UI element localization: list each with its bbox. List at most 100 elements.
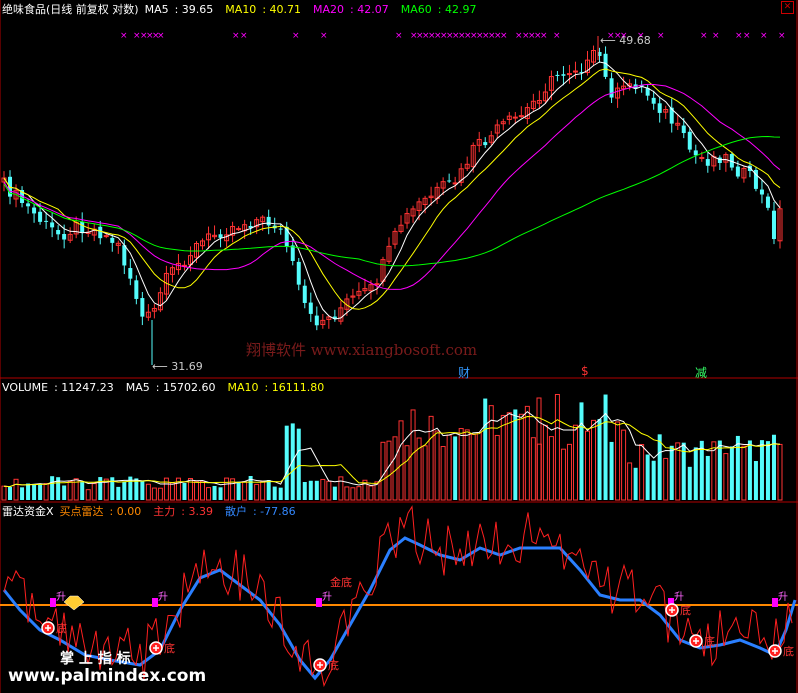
volume-bar-up [777,443,783,501]
candle-body-up [236,228,242,231]
volume-bar-up [193,481,199,501]
volume-bar-down [705,455,710,500]
signal-marker: × [500,31,508,41]
ma20-line [3,83,781,290]
volume-bar-up [548,436,554,501]
rise-label: 升 [322,591,332,603]
candle-body-down [555,74,560,76]
signal-marker: × [320,31,328,41]
candle-body-down [687,131,692,150]
volume-ma10-label: MA10: 16111.80 [227,381,325,394]
close-icon[interactable]: ✕ [781,1,794,14]
candle-body-down [50,222,55,228]
volume-bar-up [458,428,464,501]
high-price-label: ⟵ 49.68 [600,34,651,47]
volume-bar-down [609,441,614,500]
candle-body-down [290,245,295,261]
candle-body-down [80,221,85,233]
indicator-name: 雷达资金X [2,505,54,518]
volume-bar-up [572,424,578,501]
volume-bar-down [296,428,301,500]
candle-body-down [771,210,776,240]
candle-body-down [717,157,722,163]
volume-bar-up [206,487,212,501]
rise-label: 升 [778,591,788,603]
signal-marker: × [240,31,248,41]
candle-body-down [651,97,656,104]
candle-body-down [483,142,488,146]
volume-bar-down [669,445,674,500]
logo-url: www.palmindex.com [8,666,207,686]
volume-bar-up [470,433,476,501]
volume-bar-up [320,478,326,501]
volume-bar-down [278,487,283,500]
volume-bar-up [392,436,398,501]
volume-bar-up [13,478,19,501]
candle-body-down [603,53,608,77]
volume-bar-down [8,487,13,500]
volume-bar-down [32,484,37,500]
signal-marker: × [157,31,165,41]
volume-bar-up [554,393,560,501]
rise-label: 升 [158,591,168,603]
signal-marker: × [778,31,786,41]
volume-bar-up [163,477,169,501]
candle-body-down [314,315,319,326]
ma10-line [3,68,781,310]
volume-bar-up [524,405,530,501]
ma60-line [3,135,781,267]
volume-bar-up [741,445,747,501]
volume-bar-up [476,432,482,501]
volume-bar-down [20,487,25,500]
volume-bar-up [67,481,73,501]
volume-bar-up [627,462,633,501]
candle-body-down [561,74,566,76]
volume-bar-down [26,483,31,500]
signal-marker: × [232,31,240,41]
signal-marker: × [657,31,665,41]
volume-bar-up [260,481,266,501]
candle-body-down [128,268,133,279]
volume-bar-down [579,402,584,500]
event-marker-reduce[interactable]: 减 [695,364,707,381]
volume-bar-up [350,487,356,501]
volume-bar-up [675,442,681,501]
ma5-line [3,61,781,320]
volume-bar-up [151,487,157,501]
retail-label: 散户: -77.86 [224,505,296,518]
volume-bar-down [266,480,271,500]
volume-bar-down [80,482,85,500]
volume-bar-down [314,480,319,500]
candle-body-down [657,103,662,113]
volume-bar-up [398,420,404,501]
volume-bar-up [566,443,572,501]
candle-body-down [705,159,710,166]
volume-bar-up [145,483,151,501]
volume-bar-up [663,457,669,501]
volume-bar-up [169,482,175,501]
event-marker-dividend[interactable]: $ [581,364,589,378]
volume-bar-up [440,446,446,501]
candle-body-up [699,156,705,159]
volume-bar-down [284,425,289,500]
bottom-label: 底 [783,644,794,658]
volume-bar-up [591,419,597,501]
candle-body-down [98,226,103,239]
volume-bar-down [597,419,602,500]
volume-bar-down [687,466,692,500]
volume-bar-up [542,424,548,501]
candle-body-up [566,73,572,76]
volume-bar-down [332,486,337,500]
volume-bar-up [446,434,452,501]
signal-marker: × [292,31,300,41]
candle-body-down [447,180,452,182]
volume-bar-down [759,440,764,500]
main-force-label: 主力: 3.39 [153,505,213,518]
volume-bar-up [200,480,206,501]
candle-body-down [765,196,770,208]
candle-body-up [103,235,109,238]
event-marker-finance[interactable]: 财 [458,364,470,381]
bottom-label: 底 [704,634,715,648]
volume-bar-down [765,441,770,500]
volume-bar-up [494,434,500,501]
